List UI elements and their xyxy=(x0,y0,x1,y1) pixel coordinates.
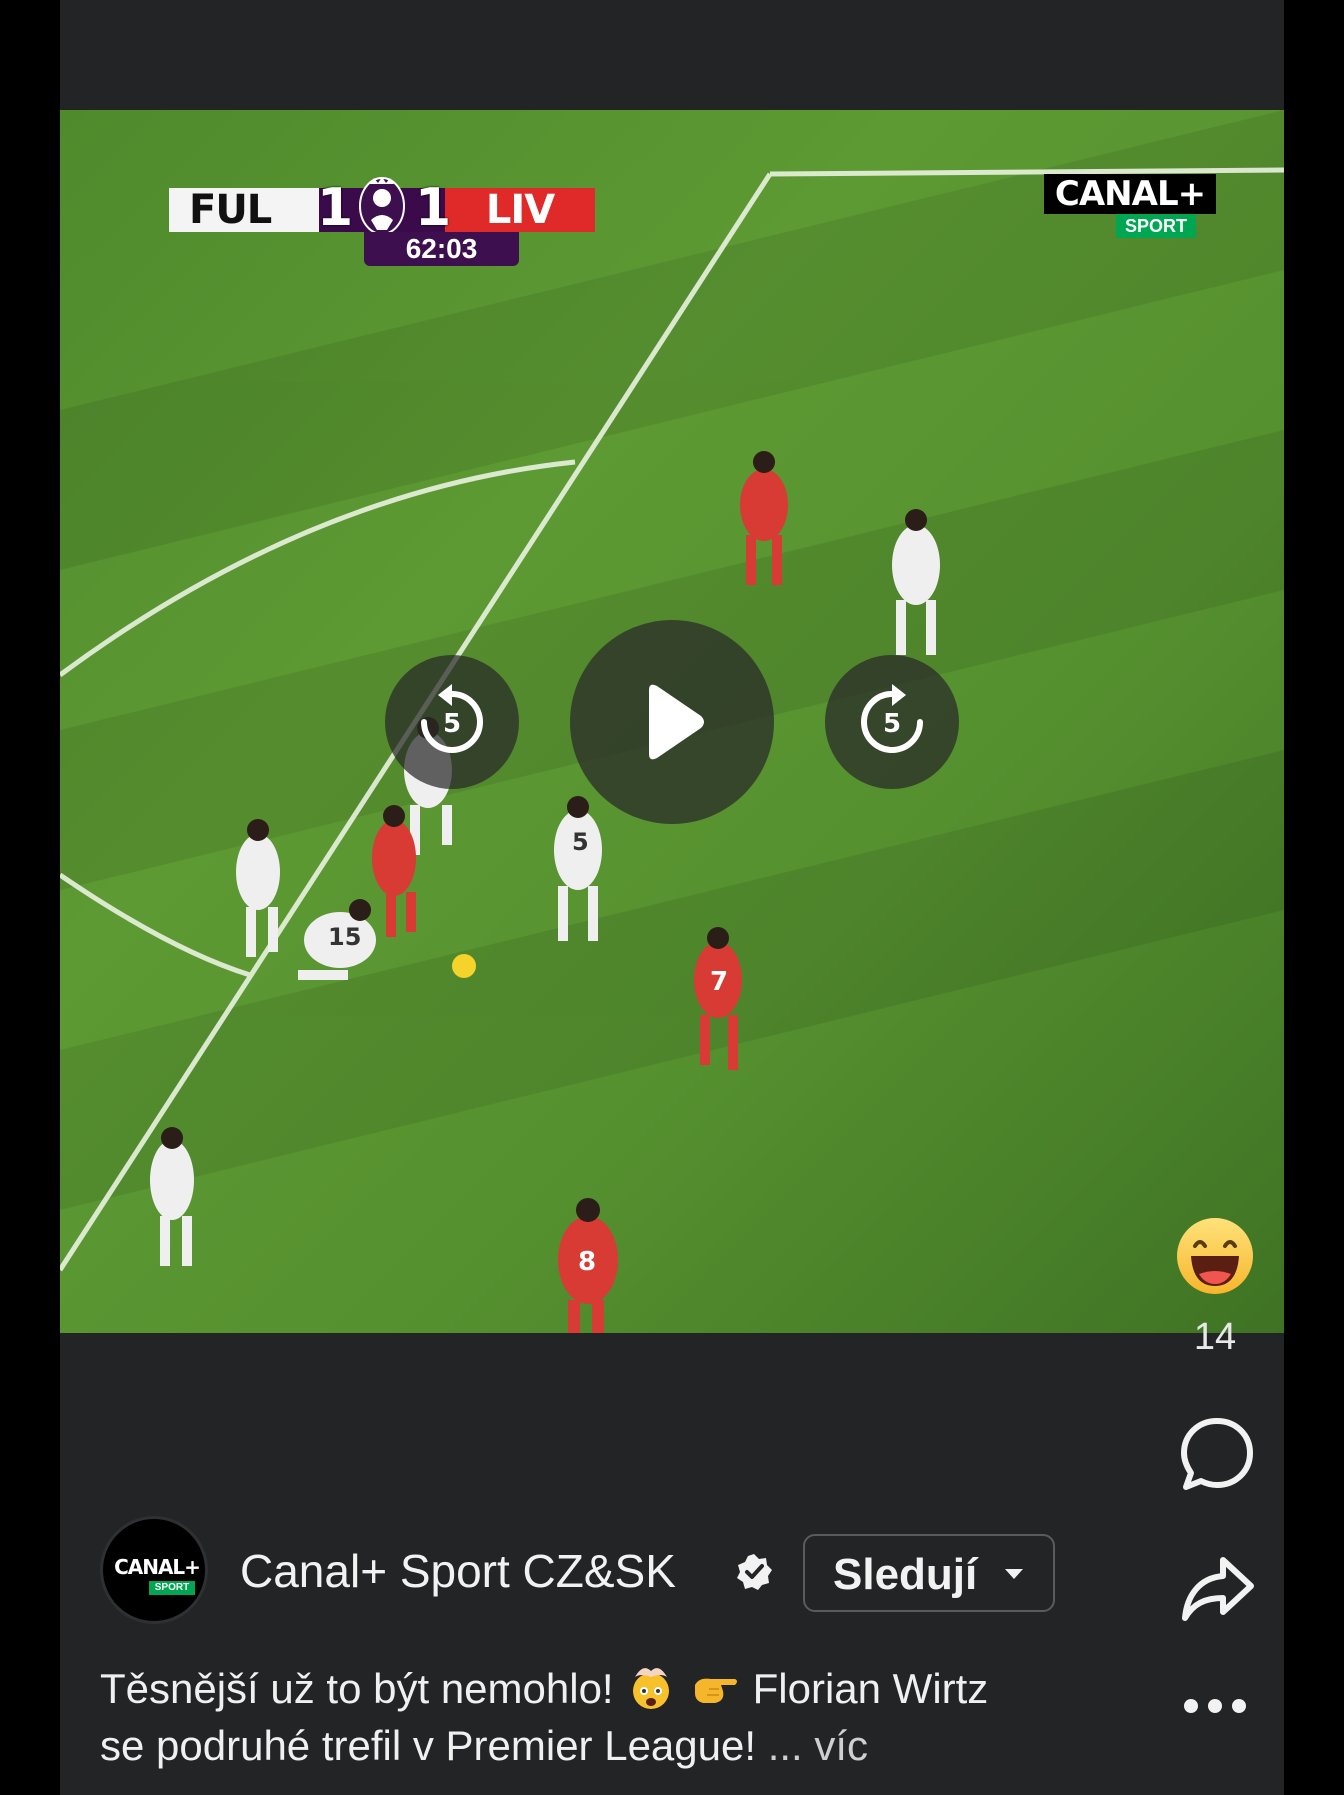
rewind-icon: 5 xyxy=(421,684,483,753)
chevron-down-icon xyxy=(1005,1569,1023,1579)
avatar-logo-text: CANAL+ xyxy=(114,1555,201,1579)
broadcaster-name: CANAL+ xyxy=(1044,174,1216,214)
home-team-name: FUL xyxy=(169,188,319,232)
away-score: 1 xyxy=(415,178,452,238)
video-player[interactable]: 5 15 7 8 FUL LIV 1 1 62:03 CANAL+ SPORT … xyxy=(60,110,1284,1333)
jersey-number: 5 xyxy=(572,828,589,856)
reel-viewer: 5 15 7 8 FUL LIV 1 1 62:03 CANAL+ SPORT … xyxy=(60,0,1284,1795)
ball-graphic xyxy=(452,954,476,978)
away-team-name: LIV xyxy=(445,188,595,232)
rewind-seconds: 5 xyxy=(443,709,461,739)
follow-button-label: Sledují xyxy=(833,1550,978,1599)
match-clock: 62:03 xyxy=(364,232,519,266)
home-score: 1 xyxy=(317,178,354,238)
jersey-number: 8 xyxy=(578,1247,596,1277)
pointing-hand-emoji-icon xyxy=(694,1678,737,1703)
broadcaster-sub: SPORT xyxy=(1116,214,1196,238)
broadcaster-logo: CANAL+ SPORT xyxy=(1044,174,1216,244)
author-row: CANAL+ SPORT Canal+ Sport CZ&SK Sledují xyxy=(100,1516,1080,1628)
forward-seconds: 5 xyxy=(883,709,901,739)
avatar-logo-sub: SPORT xyxy=(149,1581,195,1595)
caption-text: Těsnější už to být nemohlo! xyxy=(100,1665,614,1712)
play-icon xyxy=(649,684,704,760)
see-more-link[interactable]: ... víc xyxy=(768,1722,868,1769)
share-icon[interactable] xyxy=(1179,1554,1257,1626)
premier-league-lion-icon xyxy=(359,177,405,235)
rewind-5-button[interactable]: 5 xyxy=(385,655,519,789)
more-options-icon[interactable] xyxy=(1175,1691,1255,1721)
jersey-number: 7 xyxy=(710,967,728,997)
author-avatar[interactable]: CANAL+ SPORT xyxy=(100,1516,208,1624)
caption-text: Florian Wirtz xyxy=(752,1665,989,1712)
jersey-number: 15 xyxy=(328,923,361,951)
reaction-count: 14 xyxy=(1193,1316,1237,1358)
author-name[interactable]: Canal+ Sport CZ&SK xyxy=(240,1544,676,1598)
forward-icon: 5 xyxy=(861,684,923,753)
forward-5-button[interactable]: 5 xyxy=(825,655,959,789)
verified-badge-icon xyxy=(737,1554,772,1590)
caption-text: se podruhé trefil v Premier League! xyxy=(100,1722,757,1769)
play-button[interactable] xyxy=(570,620,774,824)
comment-icon[interactable] xyxy=(1179,1416,1255,1492)
post-caption[interactable]: Těsnější už to být nemohlo! Florian Wirt… xyxy=(100,1660,1100,1774)
follow-button[interactable]: Sledují xyxy=(803,1534,1055,1612)
exploding-head-emoji-icon xyxy=(633,1668,670,1709)
haha-reaction-icon[interactable] xyxy=(1175,1216,1255,1296)
scoreboard: FUL LIV 1 1 62:03 xyxy=(169,174,595,266)
